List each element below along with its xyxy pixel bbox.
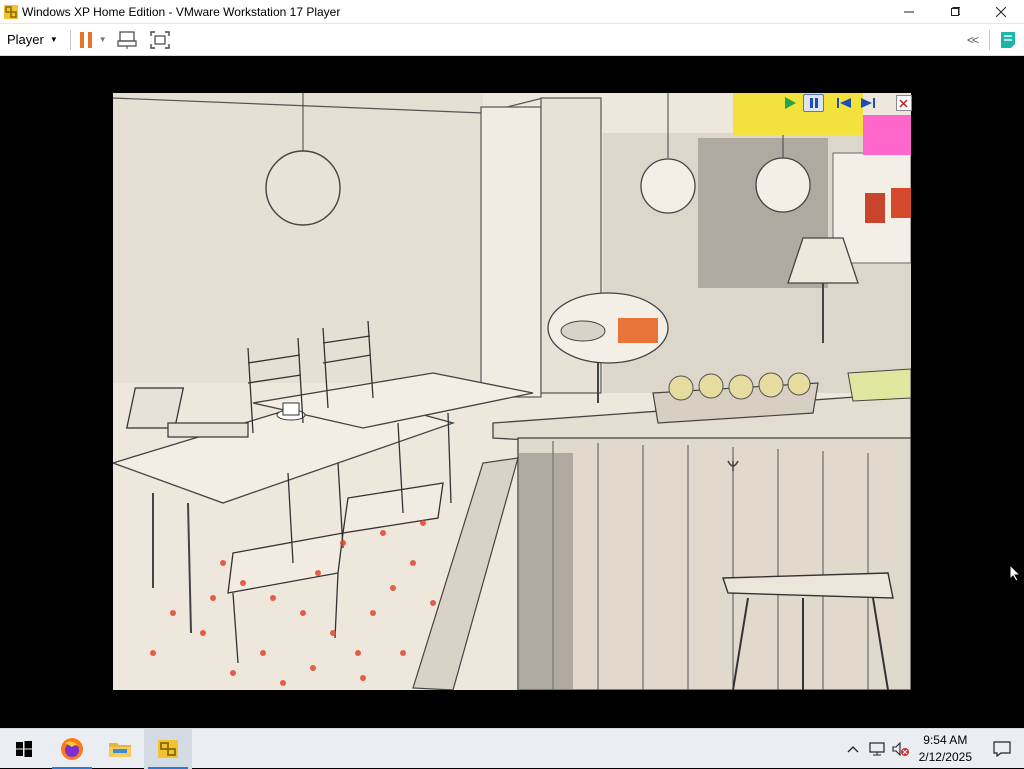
window-title: Windows XP Home Edition - VMware Worksta… (22, 4, 341, 19)
cafe-sketch-wallpaper (113, 93, 911, 690)
caret-down-icon: ▼ (98, 35, 107, 44)
folder-icon (109, 742, 131, 757)
pause-dropdown-button[interactable]: ▼ (99, 27, 107, 53)
player-menu-button[interactable]: Player ▼ (0, 27, 64, 53)
vmware-taskbar-button[interactable] (144, 728, 192, 769)
vm-display[interactable] (0, 56, 1024, 728)
fullscreen-icon (150, 30, 170, 49)
player-menu-label: Player (7, 32, 44, 47)
previous-button[interactable] (833, 94, 854, 112)
close-icon (899, 98, 908, 108)
collapse-chevron-icon[interactable]: << (967, 33, 979, 47)
next-button[interactable] (857, 94, 878, 112)
close-icon (996, 6, 1006, 17)
file-explorer-taskbar-button[interactable] (96, 729, 144, 769)
previous-icon (836, 98, 851, 108)
maximize-icon (951, 6, 960, 16)
play-button[interactable] (779, 94, 800, 112)
chevron-up-icon (847, 745, 859, 752)
action-center-icon (993, 740, 1011, 757)
firefox-taskbar-button[interactable] (48, 729, 96, 769)
guest-desktop-wallpaper[interactable] (113, 93, 911, 690)
pause-icon (79, 31, 92, 48)
show-hidden-icons-button[interactable] (841, 729, 865, 769)
network-icon (869, 741, 885, 755)
fullscreen-button[interactable] (149, 27, 171, 53)
volume-button[interactable] (889, 729, 913, 769)
close-media-button[interactable] (895, 95, 912, 111)
pause-button[interactable] (803, 94, 825, 112)
minimize-icon (904, 11, 914, 12)
volume-muted-icon (892, 741, 909, 756)
taskbar: 9:54 AM 2/12/2025 (0, 728, 1024, 769)
network-button[interactable] (865, 729, 889, 769)
player-toolbar: Player ▼ ▼ << (0, 24, 1024, 56)
notes-button[interactable] (1000, 27, 1016, 53)
maximize-button[interactable] (932, 0, 978, 24)
send-ctrl-alt-del-icon (117, 30, 137, 49)
start-button[interactable] (0, 729, 48, 769)
taskbar-clock[interactable]: 9:54 AM 2/12/2025 (919, 732, 972, 766)
vmware-player-icon[interactable] (3, 4, 19, 20)
clock-time: 9:54 AM (923, 732, 968, 747)
title-bar: Windows XP Home Edition - VMware Worksta… (0, 0, 1024, 24)
play-icon (784, 97, 796, 109)
notes-icon (1001, 31, 1015, 48)
windows-logo-icon (16, 740, 32, 757)
close-button[interactable] (978, 0, 1024, 24)
pause-icon (809, 98, 818, 108)
firefox-icon (61, 737, 83, 760)
action-center-button[interactable] (980, 729, 1024, 769)
minimize-button[interactable] (886, 0, 932, 24)
toolbar-separator (989, 29, 990, 50)
mouse-cursor-icon (1009, 563, 1022, 587)
send-ctrl-alt-del-button[interactable] (117, 27, 139, 53)
clock-date: 2/12/2025 (918, 749, 972, 764)
pause-vm-button[interactable] (79, 27, 93, 53)
system-tray: 9:54 AM 2/12/2025 (841, 729, 1024, 769)
vmware-player-icon (158, 739, 178, 758)
toolbar-separator (69, 29, 71, 50)
guest-media-toolbar (776, 92, 912, 114)
next-icon (861, 98, 876, 108)
caret-down-icon: ▼ (49, 35, 58, 44)
